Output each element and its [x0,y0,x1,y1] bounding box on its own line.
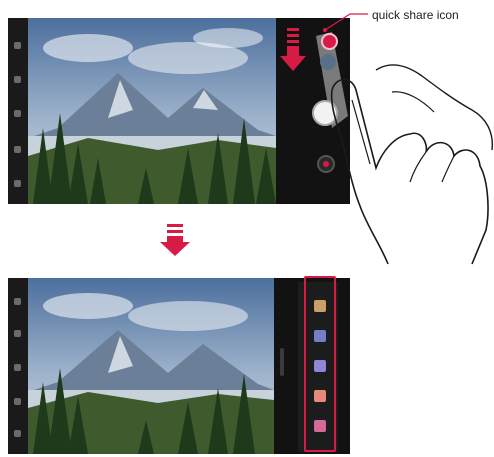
arrow-down-icon [280,28,306,71]
mode-icon[interactable] [14,76,21,83]
viewfinder[interactable] [28,18,276,204]
flash-icon[interactable] [14,398,21,405]
share-app-icon[interactable] [314,330,326,342]
viewfinder[interactable] [28,278,274,454]
timer-icon[interactable] [14,364,21,371]
settings-icon[interactable] [14,298,21,305]
camera-screen-after [8,278,350,454]
settings-icon[interactable] [14,42,21,49]
share-app-icon[interactable] [314,360,326,372]
camera-left-toolbar [8,278,28,454]
flash-icon[interactable] [14,146,21,153]
landscape-preview [28,278,274,454]
share-app-icon[interactable] [314,390,326,402]
switch-camera-icon[interactable] [14,180,21,187]
share-app-icon[interactable] [314,300,326,312]
landscape-preview [28,18,276,204]
hand-gesture-icon [330,64,493,265]
arrow-down-icon [160,224,190,256]
switch-camera-icon[interactable] [14,430,21,437]
share-targets-highlight [304,276,336,452]
shutter-handle[interactable] [280,348,284,376]
timer-icon[interactable] [14,110,21,117]
share-app-icon[interactable] [314,420,326,432]
callout-label: quick share icon [372,8,459,22]
mode-icon[interactable] [14,330,21,337]
callout-line [323,13,368,32]
camera-left-toolbar [8,18,28,204]
